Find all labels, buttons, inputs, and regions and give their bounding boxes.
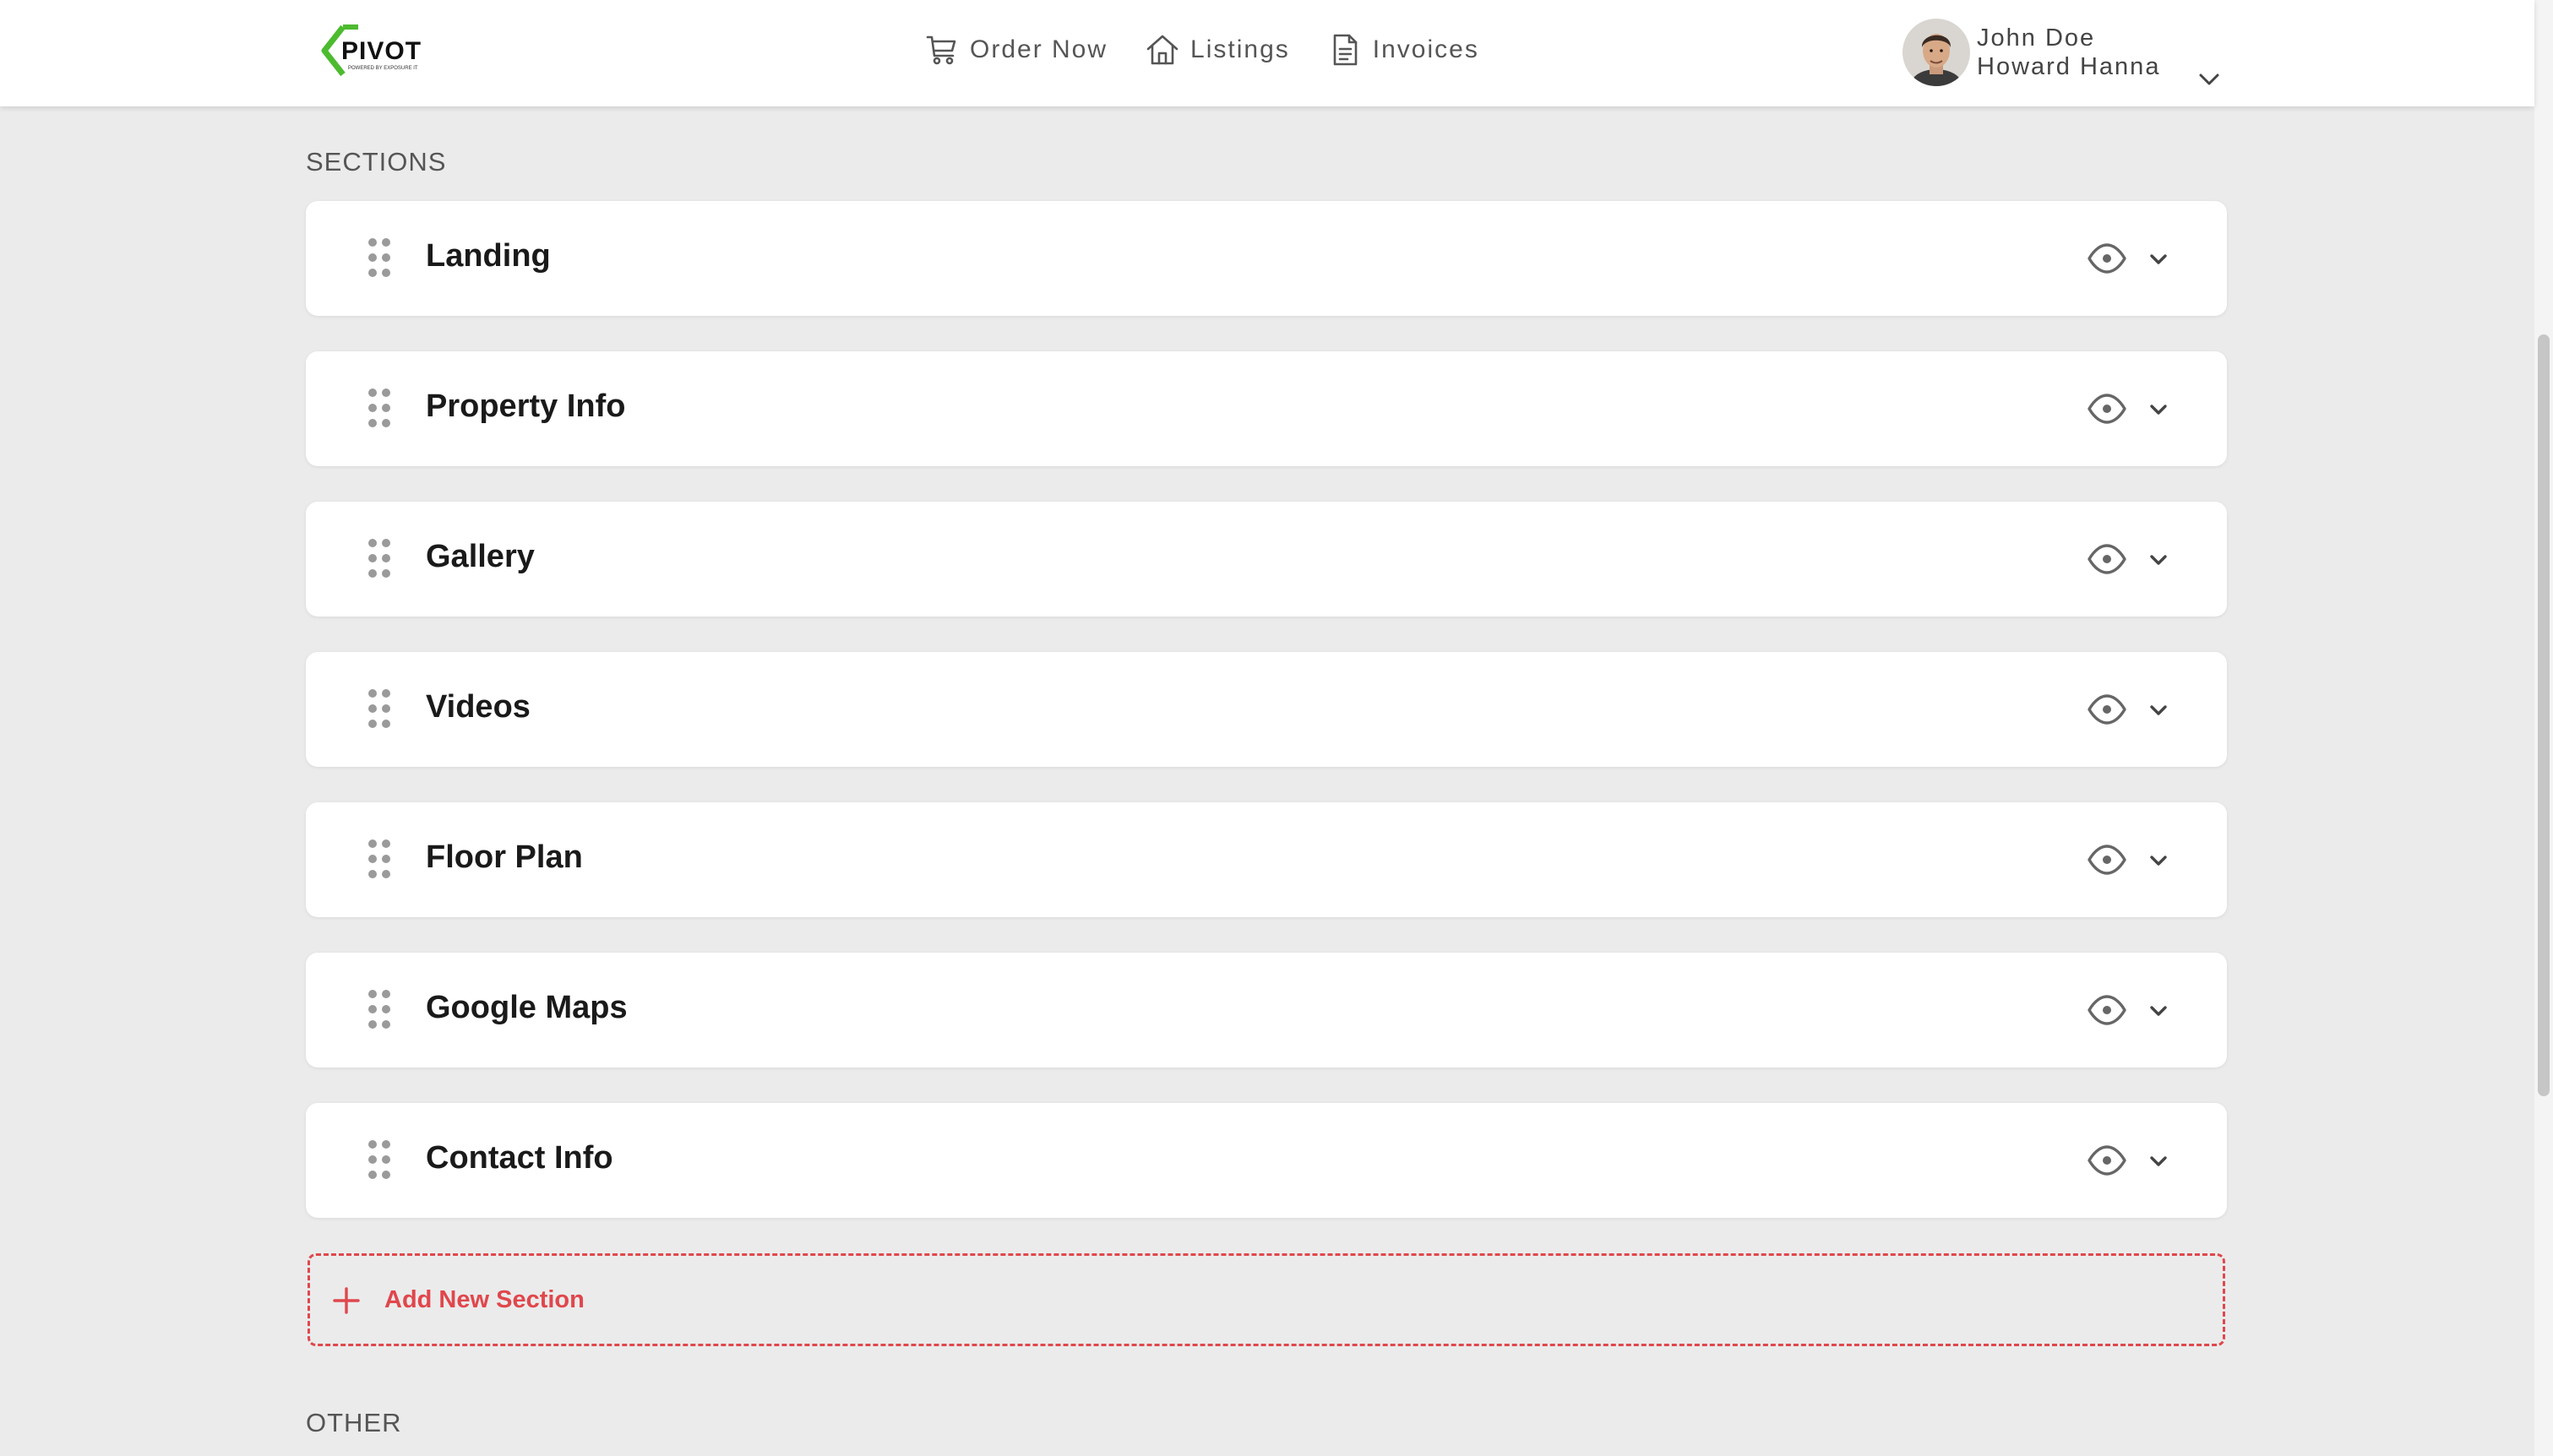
- nav-listings-label: Listings: [1190, 35, 1290, 63]
- home-icon: [1146, 35, 1179, 65]
- drag-handle-icon[interactable]: [365, 988, 394, 1030]
- chevron-down-icon[interactable]: [2146, 698, 2171, 723]
- section-card-property-info[interactable]: Property Info: [306, 351, 2227, 466]
- chevron-down-icon[interactable]: [2146, 848, 2171, 873]
- section-title: Contact Info: [426, 1140, 613, 1176]
- section-title: Google Maps: [426, 990, 628, 1025]
- drag-handle-icon[interactable]: [365, 387, 394, 429]
- chevron-down-icon[interactable]: [2146, 998, 2171, 1024]
- section-card-landing[interactable]: Landing: [306, 201, 2227, 316]
- chevron-down-icon[interactable]: [2196, 71, 2222, 88]
- nav-invoices[interactable]: Invoices: [1327, 32, 1479, 68]
- drag-handle-icon[interactable]: [365, 537, 394, 579]
- nav-order-now[interactable]: Order Now: [924, 32, 1108, 68]
- logo-subtext: POWERED BY EXPOSURE IT: [348, 66, 418, 71]
- eye-icon[interactable]: [2087, 991, 2127, 1029]
- avatar: [1903, 19, 1970, 86]
- eye-icon[interactable]: [2087, 1142, 2127, 1179]
- cart-icon: [926, 35, 956, 65]
- drag-handle-icon[interactable]: [365, 687, 394, 730]
- pivot-logo[interactable]: PIVOT POWERED BY EXPOSURE IT: [318, 22, 436, 81]
- eye-icon[interactable]: [2087, 390, 2127, 427]
- section-card-contact-info[interactable]: Contact Info: [306, 1103, 2227, 1218]
- section-title: Videos: [426, 689, 531, 725]
- main-nav: Order Now Listings Invoices: [924, 29, 1516, 71]
- nav-invoices-label: Invoices: [1372, 35, 1479, 63]
- chevron-down-icon[interactable]: [2146, 1149, 2171, 1174]
- chevron-down-icon[interactable]: [2146, 397, 2171, 422]
- eye-icon[interactable]: [2087, 841, 2127, 878]
- add-new-section-label: Add New Section: [384, 1286, 585, 1313]
- other-heading: OTHER: [306, 1408, 402, 1437]
- chevron-down-icon[interactable]: [2146, 247, 2171, 272]
- nav-listings[interactable]: Listings: [1145, 32, 1290, 68]
- add-new-section-button[interactable]: Add New Section: [308, 1253, 2225, 1346]
- sections-heading: SECTIONS: [306, 147, 447, 177]
- section-card-videos[interactable]: Videos: [306, 652, 2227, 767]
- drag-handle-icon[interactable]: [365, 236, 394, 279]
- section-card-floor-plan[interactable]: Floor Plan: [306, 802, 2227, 917]
- user-name: John Doe: [1977, 24, 2096, 52]
- user-info: John Doe Howard Hanna: [1977, 24, 2160, 81]
- document-icon: [1333, 34, 1358, 66]
- section-title: Landing: [426, 238, 551, 274]
- drag-handle-icon[interactable]: [365, 1138, 394, 1181]
- section-card-gallery[interactable]: Gallery: [306, 502, 2227, 617]
- plus-icon: [333, 1287, 360, 1314]
- user-menu[interactable]: John Doe Howard Hanna: [1903, 17, 2160, 88]
- section-title: Floor Plan: [426, 839, 583, 875]
- nav-order-now-label: Order Now: [970, 35, 1108, 63]
- section-card-google-maps[interactable]: Google Maps: [306, 953, 2227, 1068]
- logo-text: PIVOT: [341, 37, 422, 65]
- scrollbar-thumb[interactable]: [2538, 334, 2550, 1096]
- eye-icon[interactable]: [2087, 240, 2127, 277]
- user-company: Howard Hanna: [1977, 53, 2161, 80]
- section-title: Property Info: [426, 388, 626, 424]
- chevron-down-icon[interactable]: [2146, 547, 2171, 573]
- section-title: Gallery: [426, 539, 535, 574]
- eye-icon[interactable]: [2087, 691, 2127, 728]
- drag-handle-icon[interactable]: [365, 838, 394, 880]
- top-header: PIVOT POWERED BY EXPOSURE IT Order Now L…: [0, 0, 2534, 106]
- eye-icon[interactable]: [2087, 541, 2127, 578]
